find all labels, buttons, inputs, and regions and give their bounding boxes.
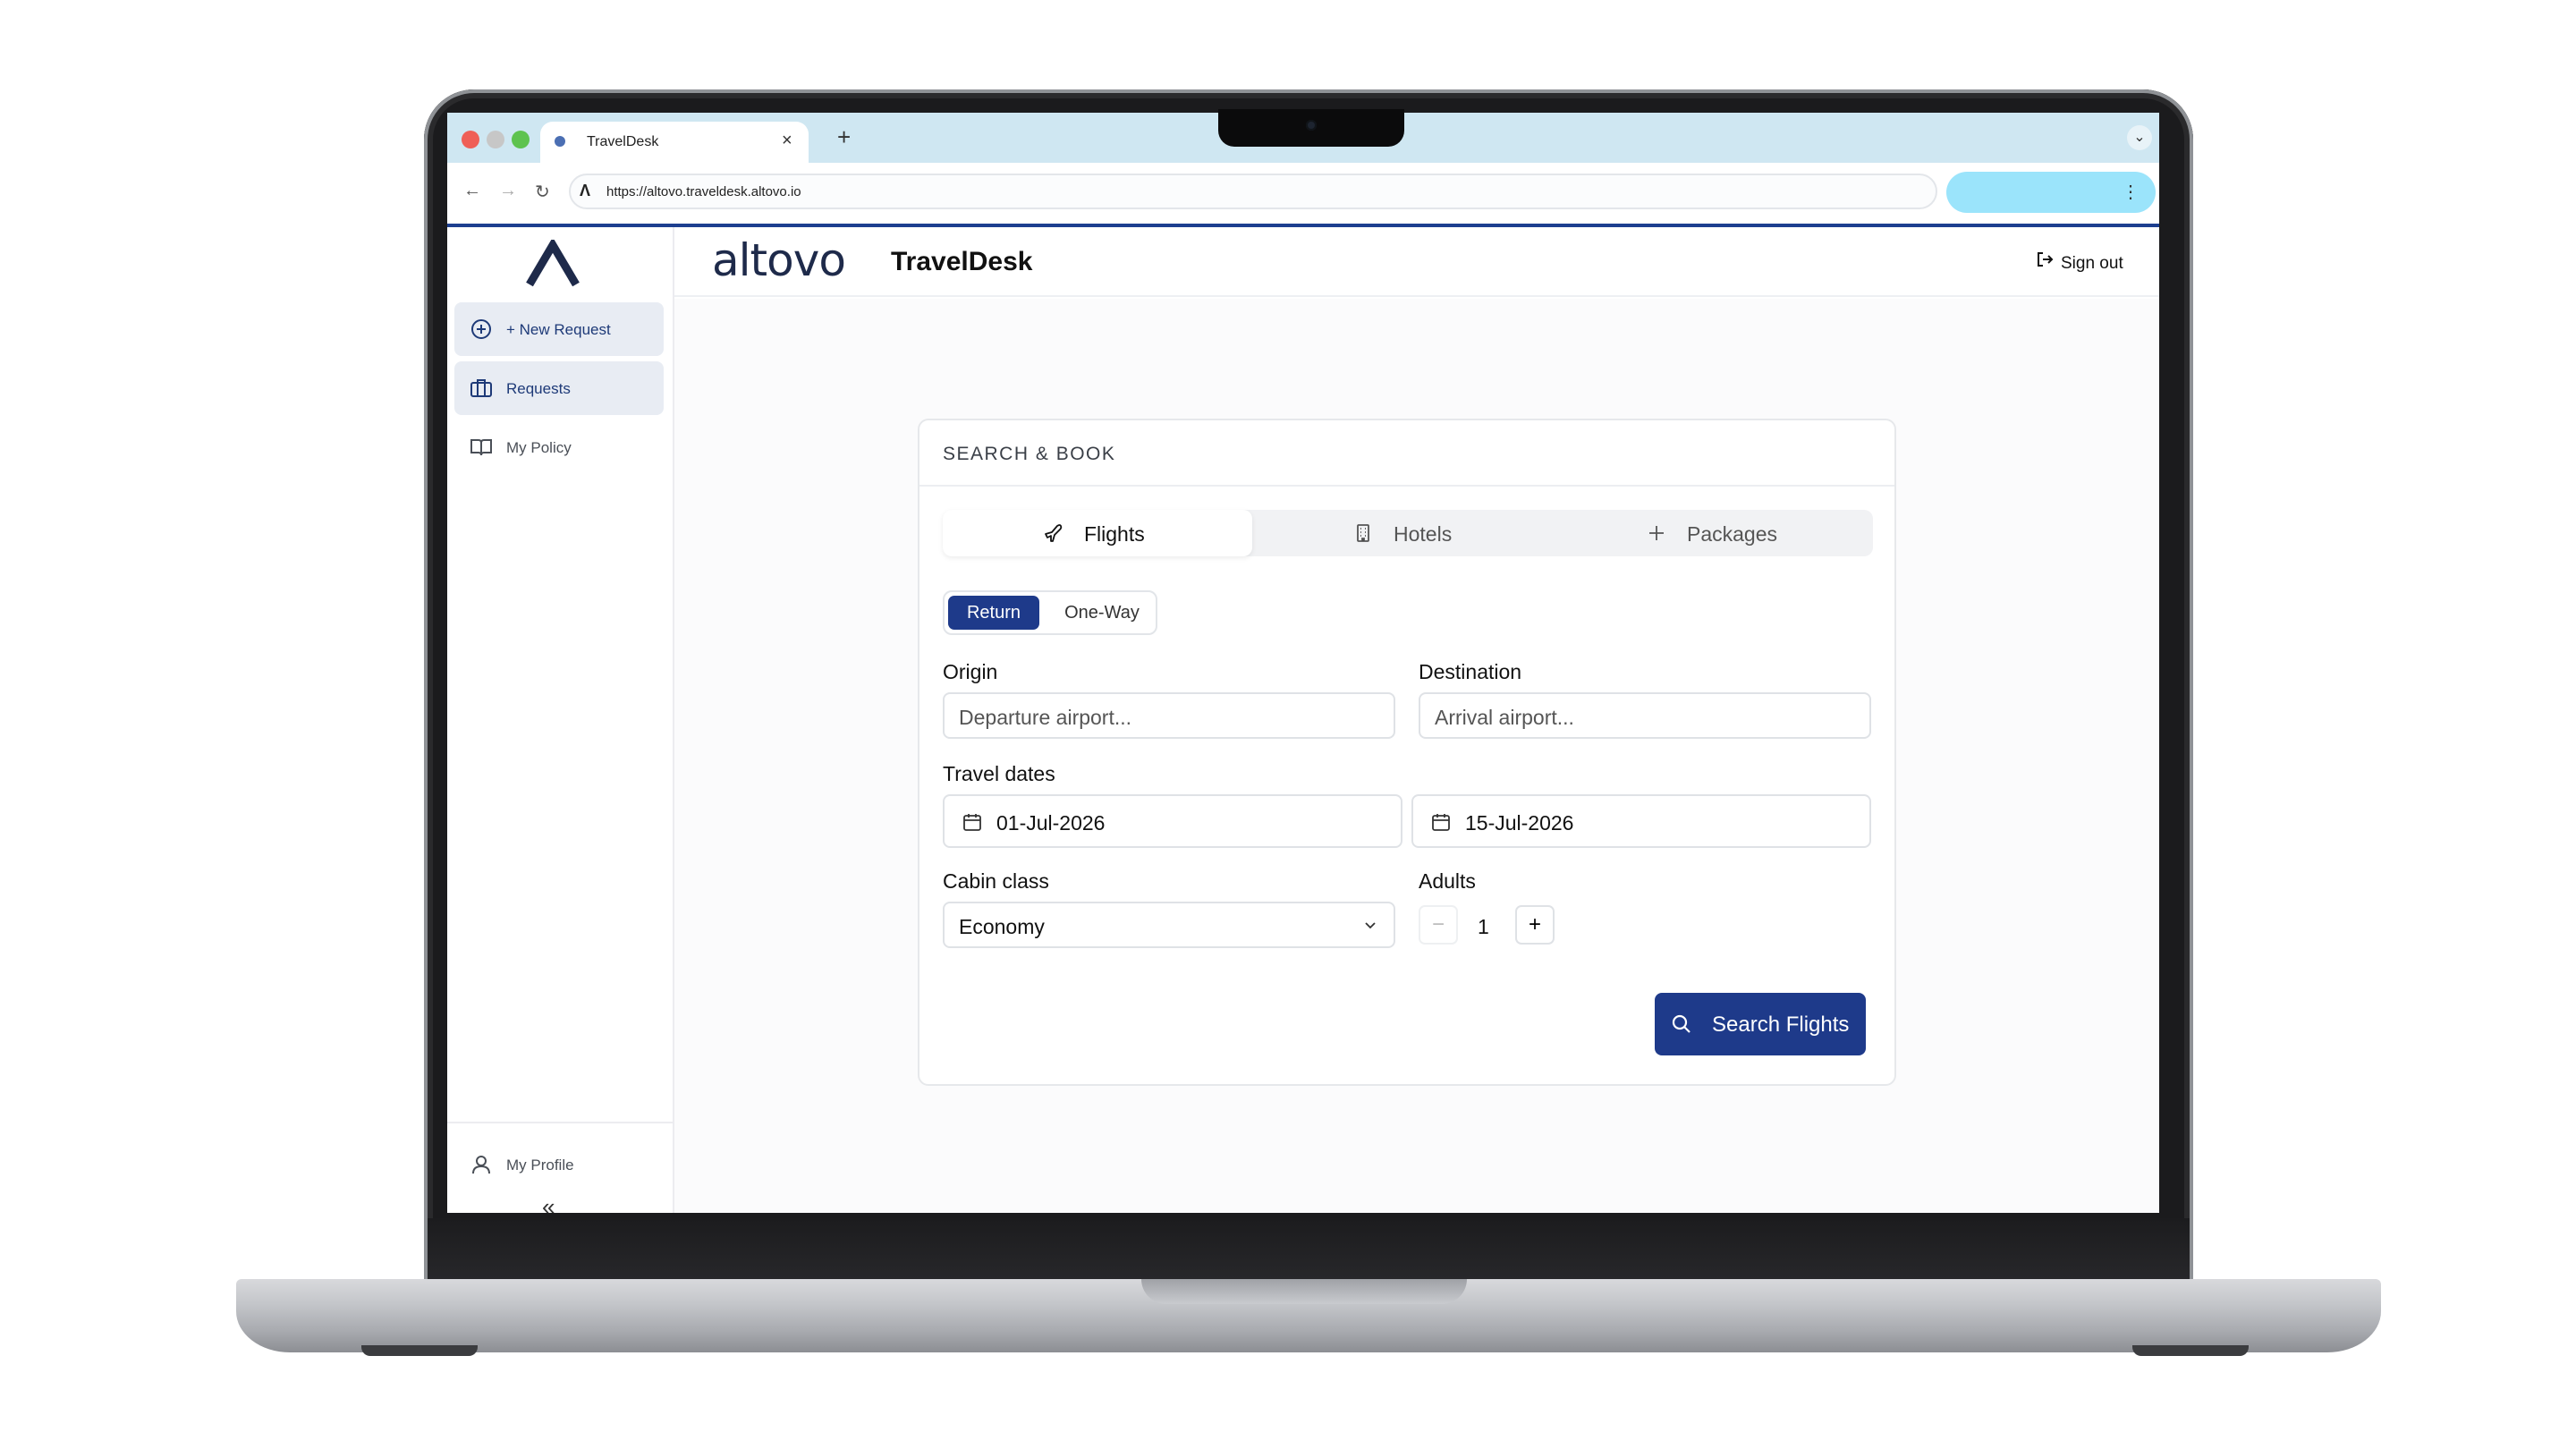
- cabin-class-label: Cabin class: [943, 869, 1049, 893]
- sidebar-item-label: My Profile: [506, 1157, 574, 1174]
- briefcase-icon: [470, 379, 492, 397]
- window-maximize-button[interactable]: [512, 131, 530, 148]
- plane-icon: [1045, 524, 1063, 542]
- tab-label: Packages: [1687, 522, 1778, 546]
- favicon-icon: [555, 136, 565, 147]
- product-name: TravelDesk: [891, 247, 1033, 276]
- calendar-icon: [963, 814, 981, 831]
- adults-count: 1: [1478, 915, 1489, 938]
- destination-input[interactable]: Arrival airport...: [1419, 692, 1871, 739]
- tab-hotels[interactable]: Hotels: [1252, 510, 1562, 556]
- window-close-button[interactable]: [462, 131, 479, 148]
- tab-close-icon[interactable]: ×: [782, 131, 792, 151]
- search-book-card: SEARCH & BOOK Flights Hotels Packages Re…: [918, 419, 1896, 1086]
- site-info-icon[interactable]: Λ: [580, 182, 590, 200]
- sidebar-item-my-policy[interactable]: My Policy: [454, 420, 664, 474]
- calendar-icon: [1432, 814, 1450, 831]
- book-icon: [470, 439, 492, 456]
- depart-date-value: 01-Jul-2026: [996, 811, 1106, 835]
- chevron-down-icon: [1365, 922, 1376, 929]
- sidebar-divider: [447, 1122, 673, 1123]
- sidebar-item-my-profile[interactable]: My Profile: [454, 1138, 664, 1191]
- laptop-opening-notch: [1141, 1279, 1467, 1304]
- tab-flights[interactable]: Flights: [943, 510, 1252, 556]
- sidebar-item-requests[interactable]: Requests: [454, 361, 664, 415]
- destination-placeholder: Arrival airport...: [1435, 706, 1574, 729]
- destination-label: Destination: [1419, 660, 1522, 683]
- sign-out-icon: [2038, 252, 2054, 267]
- app-header: altovo TravelDesk Sign out: [674, 227, 2159, 297]
- travel-dates-label: Travel dates: [943, 762, 1055, 785]
- trip-type-return[interactable]: Return: [948, 596, 1039, 630]
- trip-type-one-way[interactable]: One-Way: [1050, 596, 1154, 630]
- search-flights-label: Search Flights: [1712, 1013, 1850, 1037]
- browser-tab-title: TravelDesk: [587, 134, 659, 149]
- reload-icon[interactable]: ↻: [535, 181, 550, 203]
- card-divider: [919, 485, 1894, 487]
- screen: TravelDesk × + ⌄ ← → ↻ Λ https://altovo.…: [447, 113, 2159, 1213]
- sign-out-label: Sign out: [2061, 254, 2123, 273]
- laptop-foot-left: [361, 1345, 478, 1356]
- camera-icon: [1306, 120, 1317, 131]
- window-minimize-button[interactable]: [487, 131, 504, 148]
- tab-search-chevron-icon[interactable]: ⌄: [2127, 125, 2152, 150]
- plus-circle-icon: [471, 319, 491, 339]
- origin-label: Origin: [943, 660, 998, 683]
- return-date-value: 15-Jul-2026: [1465, 811, 1574, 835]
- forward-arrow-icon[interactable]: →: [499, 181, 517, 201]
- tab-label: Flights: [1084, 522, 1145, 546]
- adults-label: Adults: [1419, 869, 1476, 893]
- main-content: SEARCH & BOOK Flights Hotels Packages Re…: [674, 299, 2159, 1213]
- altovo-logo-icon[interactable]: [524, 240, 581, 288]
- address-bar[interactable]: Λ https://altovo.traveldesk.altovo.io: [569, 174, 1937, 209]
- search-icon: [1672, 1014, 1690, 1033]
- origin-placeholder: Departure airport...: [959, 706, 1132, 729]
- new-tab-button[interactable]: +: [837, 123, 851, 151]
- browser-toolbar: ← → ↻ Λ https://altovo.traveldesk.altovo…: [447, 163, 2159, 224]
- plus-icon: [1649, 526, 1664, 540]
- sidebar-item-label: My Policy: [506, 439, 572, 456]
- extensions-pill[interactable]: ⋮: [1946, 172, 2156, 213]
- browser-tab[interactable]: TravelDesk ×: [540, 122, 809, 163]
- url-text[interactable]: https://altovo.traveldesk.altovo.io: [606, 184, 801, 199]
- laptop-chin: [428, 1218, 2190, 1279]
- collapse-sidebar-button[interactable]: «: [542, 1193, 555, 1213]
- back-arrow-icon[interactable]: ←: [463, 181, 481, 201]
- camera-notch: [1218, 109, 1404, 147]
- booking-type-tabs: Flights Hotels Packages: [943, 510, 1873, 556]
- sign-out-button[interactable]: Sign out: [2036, 250, 2123, 274]
- app: + New Request Requests My Policy My Prof…: [447, 224, 2159, 1213]
- return-date-picker[interactable]: 15-Jul-2026: [1411, 794, 1871, 848]
- search-flights-button[interactable]: Search Flights: [1655, 993, 1866, 1055]
- sidebar-item-label: + New Request: [506, 321, 611, 338]
- sidebar-item-new-request[interactable]: + New Request: [454, 302, 664, 356]
- laptop-foot-right: [2132, 1345, 2249, 1356]
- adults-increment-button[interactable]: +: [1515, 905, 1555, 945]
- origin-input[interactable]: Departure airport...: [943, 692, 1395, 739]
- sidebar: + New Request Requests My Policy My Prof…: [447, 227, 674, 1213]
- tab-packages[interactable]: Packages: [1562, 510, 1871, 556]
- card-title: SEARCH & BOOK: [943, 444, 1116, 464]
- tab-label: Hotels: [1394, 522, 1453, 546]
- depart-date-picker[interactable]: 01-Jul-2026: [943, 794, 1402, 848]
- sidebar-item-label: Requests: [506, 380, 571, 397]
- brand-logo[interactable]: altovo: [712, 234, 846, 286]
- building-icon: [1357, 524, 1369, 542]
- user-icon: [472, 1156, 490, 1174]
- trip-type-toggle: Return One-Way: [943, 590, 1157, 635]
- cabin-class-select[interactable]: Economy: [943, 902, 1395, 948]
- browser-menu-icon[interactable]: ⋮: [2122, 181, 2140, 203]
- adults-decrement-button[interactable]: −: [1419, 905, 1458, 945]
- cabin-class-value: Economy: [959, 915, 1045, 938]
